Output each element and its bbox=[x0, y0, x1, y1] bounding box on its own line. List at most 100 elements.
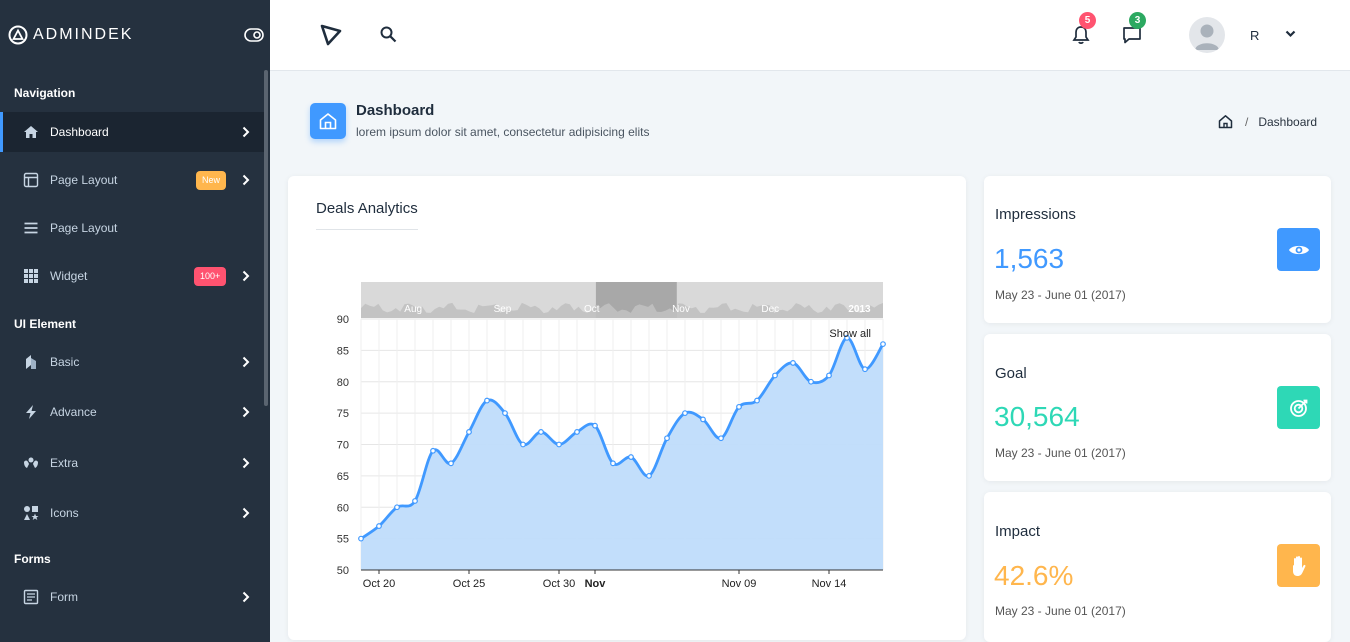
impact-card: Impact 42.6% May 23 - June 01 (2017) bbox=[984, 492, 1331, 642]
y-tick-label: 90 bbox=[337, 314, 349, 326]
sidebar-item-dashboard[interactable]: Dashboard bbox=[0, 112, 264, 152]
breadcrumb-home-icon[interactable] bbox=[1218, 114, 1233, 129]
stat-title: Impact bbox=[995, 523, 1041, 540]
impressions-card: Impressions 1,563 May 23 - June 01 (2017… bbox=[984, 176, 1331, 323]
y-tick-label: 65 bbox=[337, 471, 349, 483]
section-ui-element: UI Element bbox=[14, 317, 77, 331]
show-all-button[interactable]: Show all bbox=[829, 328, 871, 340]
chevron-right-icon bbox=[242, 356, 250, 368]
data-point bbox=[628, 454, 634, 460]
chevron-right-icon bbox=[242, 406, 250, 418]
count-badge: 100+ bbox=[194, 267, 227, 286]
data-point bbox=[826, 372, 832, 379]
extra-icon bbox=[24, 457, 38, 468]
layout-icon bbox=[23, 172, 39, 188]
page-header: Dashboard lorem ipsum dolor sit amet, co… bbox=[288, 100, 1333, 150]
home-icon bbox=[319, 113, 337, 130]
messages-button[interactable]: 3 bbox=[1121, 12, 1146, 46]
sidebar-item-label: Advance bbox=[50, 405, 97, 419]
sidebar-item-label: Page Layout bbox=[50, 173, 118, 187]
user-name[interactable]: R bbox=[1250, 28, 1259, 43]
breadcrumb: / Dashboard bbox=[1218, 114, 1317, 129]
logo-icon bbox=[8, 25, 28, 45]
data-point bbox=[610, 460, 616, 467]
navigator-label: Nov bbox=[672, 304, 690, 315]
data-point bbox=[412, 498, 418, 504]
user-avatar-icon bbox=[1195, 24, 1219, 50]
target-icon bbox=[1289, 399, 1307, 417]
navigator-label: 2013 bbox=[848, 304, 871, 315]
sidebar-item-form[interactable]: Form bbox=[0, 577, 264, 617]
sidebar-scrollbar[interactable] bbox=[264, 70, 268, 406]
sidebar-toggle-icon[interactable] bbox=[244, 28, 264, 42]
data-point bbox=[790, 360, 796, 366]
notifications-button[interactable]: 5 bbox=[1070, 12, 1096, 46]
sidebar-item-label: Icons bbox=[50, 506, 79, 520]
sidebar-item-page-layout-2[interactable]: Page Layout bbox=[0, 208, 264, 248]
sidebar-item-extra[interactable]: Extra bbox=[0, 443, 264, 483]
y-tick-label: 85 bbox=[337, 345, 349, 357]
data-point bbox=[718, 435, 724, 442]
sidebar-item-widget[interactable]: Widget 100+ bbox=[0, 256, 264, 296]
sidebar: ADMINDEK Navigation Dashboard Page Layou… bbox=[0, 0, 270, 642]
sidebar-item-advance[interactable]: Advance bbox=[0, 392, 264, 432]
breadcrumb-current[interactable]: Dashboard bbox=[1258, 115, 1317, 129]
sidebar-item-label: Widget bbox=[50, 269, 88, 283]
chevron-down-icon[interactable] bbox=[1285, 30, 1296, 38]
page-subtitle: lorem ipsum dolor sit amet, consectetur … bbox=[356, 125, 650, 139]
navigator-label: Oct bbox=[584, 304, 600, 315]
data-point bbox=[880, 341, 886, 348]
layers-icon bbox=[26, 355, 36, 369]
data-point bbox=[592, 422, 598, 429]
brand-logo[interactable]: ADMINDEK bbox=[8, 24, 133, 46]
data-point bbox=[574, 429, 580, 435]
y-tick-label: 60 bbox=[337, 502, 349, 514]
page-header-icon-box bbox=[310, 103, 346, 139]
data-point bbox=[430, 447, 436, 454]
data-point bbox=[394, 504, 400, 511]
sidebar-item-basic[interactable]: Basic bbox=[0, 342, 264, 382]
data-point bbox=[484, 397, 490, 404]
data-point bbox=[466, 429, 472, 435]
stat-icon-box bbox=[1277, 544, 1320, 587]
sidebar-item-label: Dashboard bbox=[50, 125, 109, 139]
bolt-icon bbox=[26, 405, 36, 419]
data-point bbox=[808, 378, 814, 385]
top-bar: 5 3 R bbox=[270, 0, 1350, 71]
x-tick-label: Nov 14 bbox=[812, 578, 847, 590]
avatar[interactable] bbox=[1189, 17, 1225, 53]
data-point bbox=[700, 416, 706, 423]
chevron-right-icon bbox=[242, 591, 250, 603]
stat-date: May 23 - June 01 (2017) bbox=[995, 446, 1126, 460]
x-tick-label: Oct 25 bbox=[453, 578, 485, 590]
chevron-right-icon bbox=[242, 174, 250, 186]
stat-date: May 23 - June 01 (2017) bbox=[995, 288, 1126, 302]
data-point bbox=[862, 366, 868, 373]
search-icon[interactable] bbox=[380, 26, 397, 43]
data-point bbox=[682, 410, 688, 417]
goal-card: Goal 30,564 May 23 - June 01 (2017) bbox=[984, 334, 1331, 481]
sidebar-item-page-layout[interactable]: Page Layout New bbox=[0, 160, 264, 200]
new-badge: New bbox=[196, 171, 227, 190]
x-tick-label: Nov bbox=[585, 578, 607, 590]
data-point bbox=[754, 397, 760, 404]
sidebar-item-label: Extra bbox=[50, 456, 79, 470]
y-tick-label: 70 bbox=[337, 440, 349, 452]
form-icon bbox=[23, 589, 39, 605]
sidebar-item-icons[interactable]: Icons bbox=[0, 493, 264, 533]
app-logo-icon[interactable] bbox=[319, 23, 343, 47]
data-point bbox=[502, 410, 508, 417]
sidebar-item-label: Form bbox=[50, 590, 78, 604]
data-point bbox=[664, 435, 670, 442]
navigator-label: Aug bbox=[404, 304, 422, 315]
chevron-right-icon bbox=[242, 457, 250, 469]
deals-area-chart[interactable]: Aug Sep Oct Nov Dec 2013 50 55 60 65 70 75 80 85 90 Oct… bbox=[288, 176, 966, 640]
data-point bbox=[358, 535, 364, 542]
data-point bbox=[538, 429, 544, 435]
stat-title: Goal bbox=[995, 365, 1027, 382]
active-indicator bbox=[0, 112, 3, 152]
data-point bbox=[520, 441, 526, 448]
section-navigation: Navigation bbox=[14, 86, 76, 100]
eye-icon bbox=[1288, 245, 1309, 254]
page-title: Dashboard bbox=[356, 102, 435, 119]
